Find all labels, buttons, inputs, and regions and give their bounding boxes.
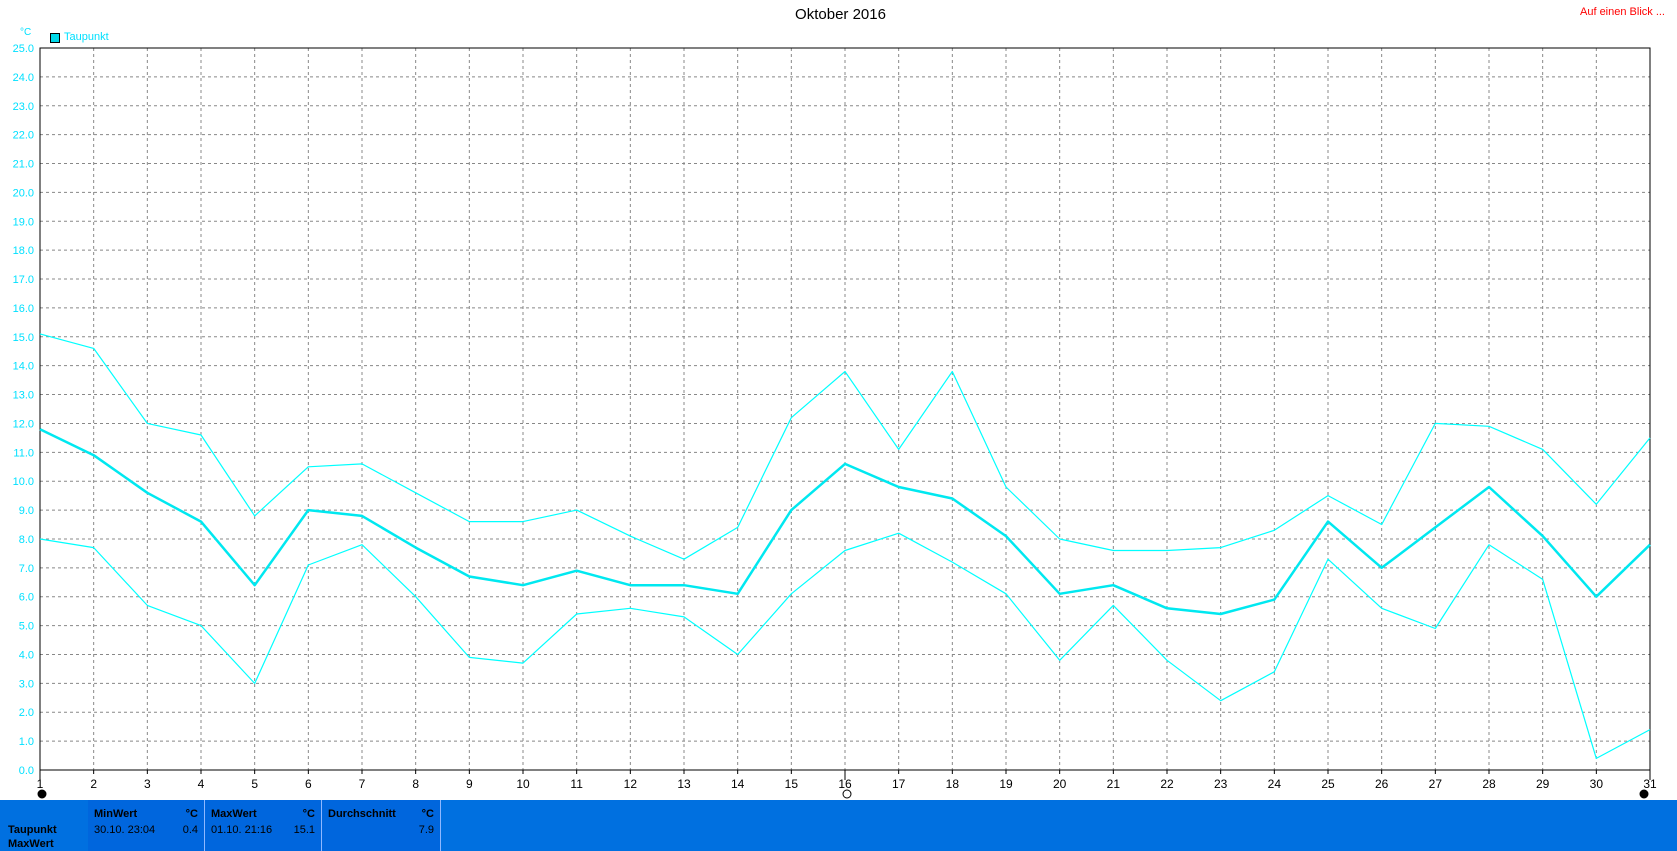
x-tick-label: 26: [1375, 777, 1389, 791]
y-tick-label: 0.0: [19, 765, 34, 777]
statistics-panel: Taupunkt MaxWert MinWert °C 30.10. 23:04…: [0, 800, 1677, 851]
y-tick-label: 16.0: [13, 303, 34, 315]
x-tick-label: 24: [1268, 777, 1282, 791]
avg-cell: Durchschnitt °C 7.9: [322, 800, 441, 851]
x-tick-label: 8: [412, 777, 419, 791]
x-tick-label: 15: [785, 777, 799, 791]
avg-value: 7.9: [418, 824, 434, 836]
y-tick-label: 15.0: [13, 332, 34, 344]
max-cell: MaxWert °C 01.10. 21:16 15.1: [205, 800, 322, 851]
x-tick-label: 14: [731, 777, 745, 791]
scroll-marker-right: [1639, 789, 1649, 799]
x-tick-label: 18: [946, 777, 960, 791]
x-tick-label: 17: [892, 777, 906, 791]
x-tick-label: 10: [516, 777, 530, 791]
y-tick-label: 18.0: [13, 245, 34, 257]
min-cell: MinWert °C 30.10. 23:04 0.4: [88, 800, 205, 851]
y-tick-label: 6.0: [19, 592, 34, 604]
y-tick-label: 1.0: [19, 736, 34, 748]
grid: [40, 48, 1650, 770]
y-tick-label: 11.0: [13, 447, 34, 459]
y-tick-label: 3.0: [19, 678, 34, 690]
x-tick-label: 2: [90, 777, 97, 791]
y-tick-label: 4.0: [19, 649, 34, 661]
x-tick-label: 22: [1160, 777, 1174, 791]
min-unit: °C: [185, 808, 198, 820]
line-chart: 0.0 1.0 2.0 3.0 4.0 5.0 6.0 7.0 8.0 9.0 10.0 11.0 12…: [13, 43, 1657, 799]
stats-row-label-secondary: MaxWert: [8, 838, 54, 850]
x-tick-label: 28: [1482, 777, 1496, 791]
y-tick-label: 19.0: [13, 216, 34, 228]
x-tick-label: 20: [1053, 777, 1067, 791]
y-tick-label: 2.0: [19, 707, 34, 719]
x-tick-label: 11: [570, 777, 583, 791]
y-tick-label: 7.0: [19, 563, 34, 575]
y-tick-label: 25.0: [13, 43, 34, 55]
y-tick-label: 9.0: [19, 505, 34, 517]
x-tick-labels: 1 2 3 4 5 6 7 8 9 10 11 12 13 14 15 16 17 18 19 20 21 22 23 24 2…: [37, 777, 1657, 791]
x-tick-label: 4: [198, 777, 205, 791]
max-header: MaxWert: [211, 808, 257, 820]
y-tick-label: 21.0: [13, 159, 34, 171]
x-tick-label: 19: [999, 777, 1013, 791]
y-tick-label: 8.0: [19, 534, 34, 546]
min-header: MinWert: [94, 808, 138, 820]
y-tick-label: 24.0: [13, 72, 34, 84]
x-tick-label: 30: [1590, 777, 1604, 791]
max-time: 01.10. 21:16: [211, 824, 273, 836]
min-value: 0.4: [182, 824, 198, 836]
max-unit: °C: [302, 808, 315, 820]
min-time: 30.10. 23:04: [94, 824, 156, 836]
y-tick-label: 10.0: [13, 476, 34, 488]
scroll-marker-left: [37, 789, 47, 799]
y-tick-label: 5.0: [19, 621, 34, 633]
x-tick-label: 29: [1536, 777, 1550, 791]
x-tick-label: 21: [1107, 777, 1121, 791]
x-tick-label: 13: [677, 777, 691, 791]
y-tick-labels: 0.0 1.0 2.0 3.0 4.0 5.0 6.0 7.0 8.0 9.0 10.0 11.0 12…: [13, 43, 34, 777]
y-tick-label: 13.0: [13, 390, 34, 402]
x-tick-label: 9: [466, 777, 473, 791]
stats-row-label: Taupunkt: [8, 824, 57, 836]
avg-unit: °C: [421, 808, 434, 820]
y-tick-label: 20.0: [13, 187, 34, 199]
y-tick-label: 22.0: [13, 130, 34, 142]
y-tick-label: 12.0: [13, 418, 34, 430]
y-tick-label: 23.0: [13, 101, 34, 113]
x-tick-label: 3: [144, 777, 151, 791]
x-tick-label: 27: [1429, 777, 1443, 791]
x-tick-label: 7: [359, 777, 366, 791]
x-tick-label: 12: [624, 777, 638, 791]
x-tick-label: 23: [1214, 777, 1228, 791]
y-tick-label: 17.0: [13, 274, 34, 286]
x-tick-label: 25: [1321, 777, 1335, 791]
x-tick-label: 6: [305, 777, 312, 791]
max-value: 15.1: [293, 824, 315, 836]
x-tick-label: 5: [251, 777, 258, 791]
scroll-marker-middle: [842, 789, 852, 799]
avg-header: Durchschnitt: [328, 808, 396, 820]
y-tick-label: 14.0: [13, 361, 34, 373]
